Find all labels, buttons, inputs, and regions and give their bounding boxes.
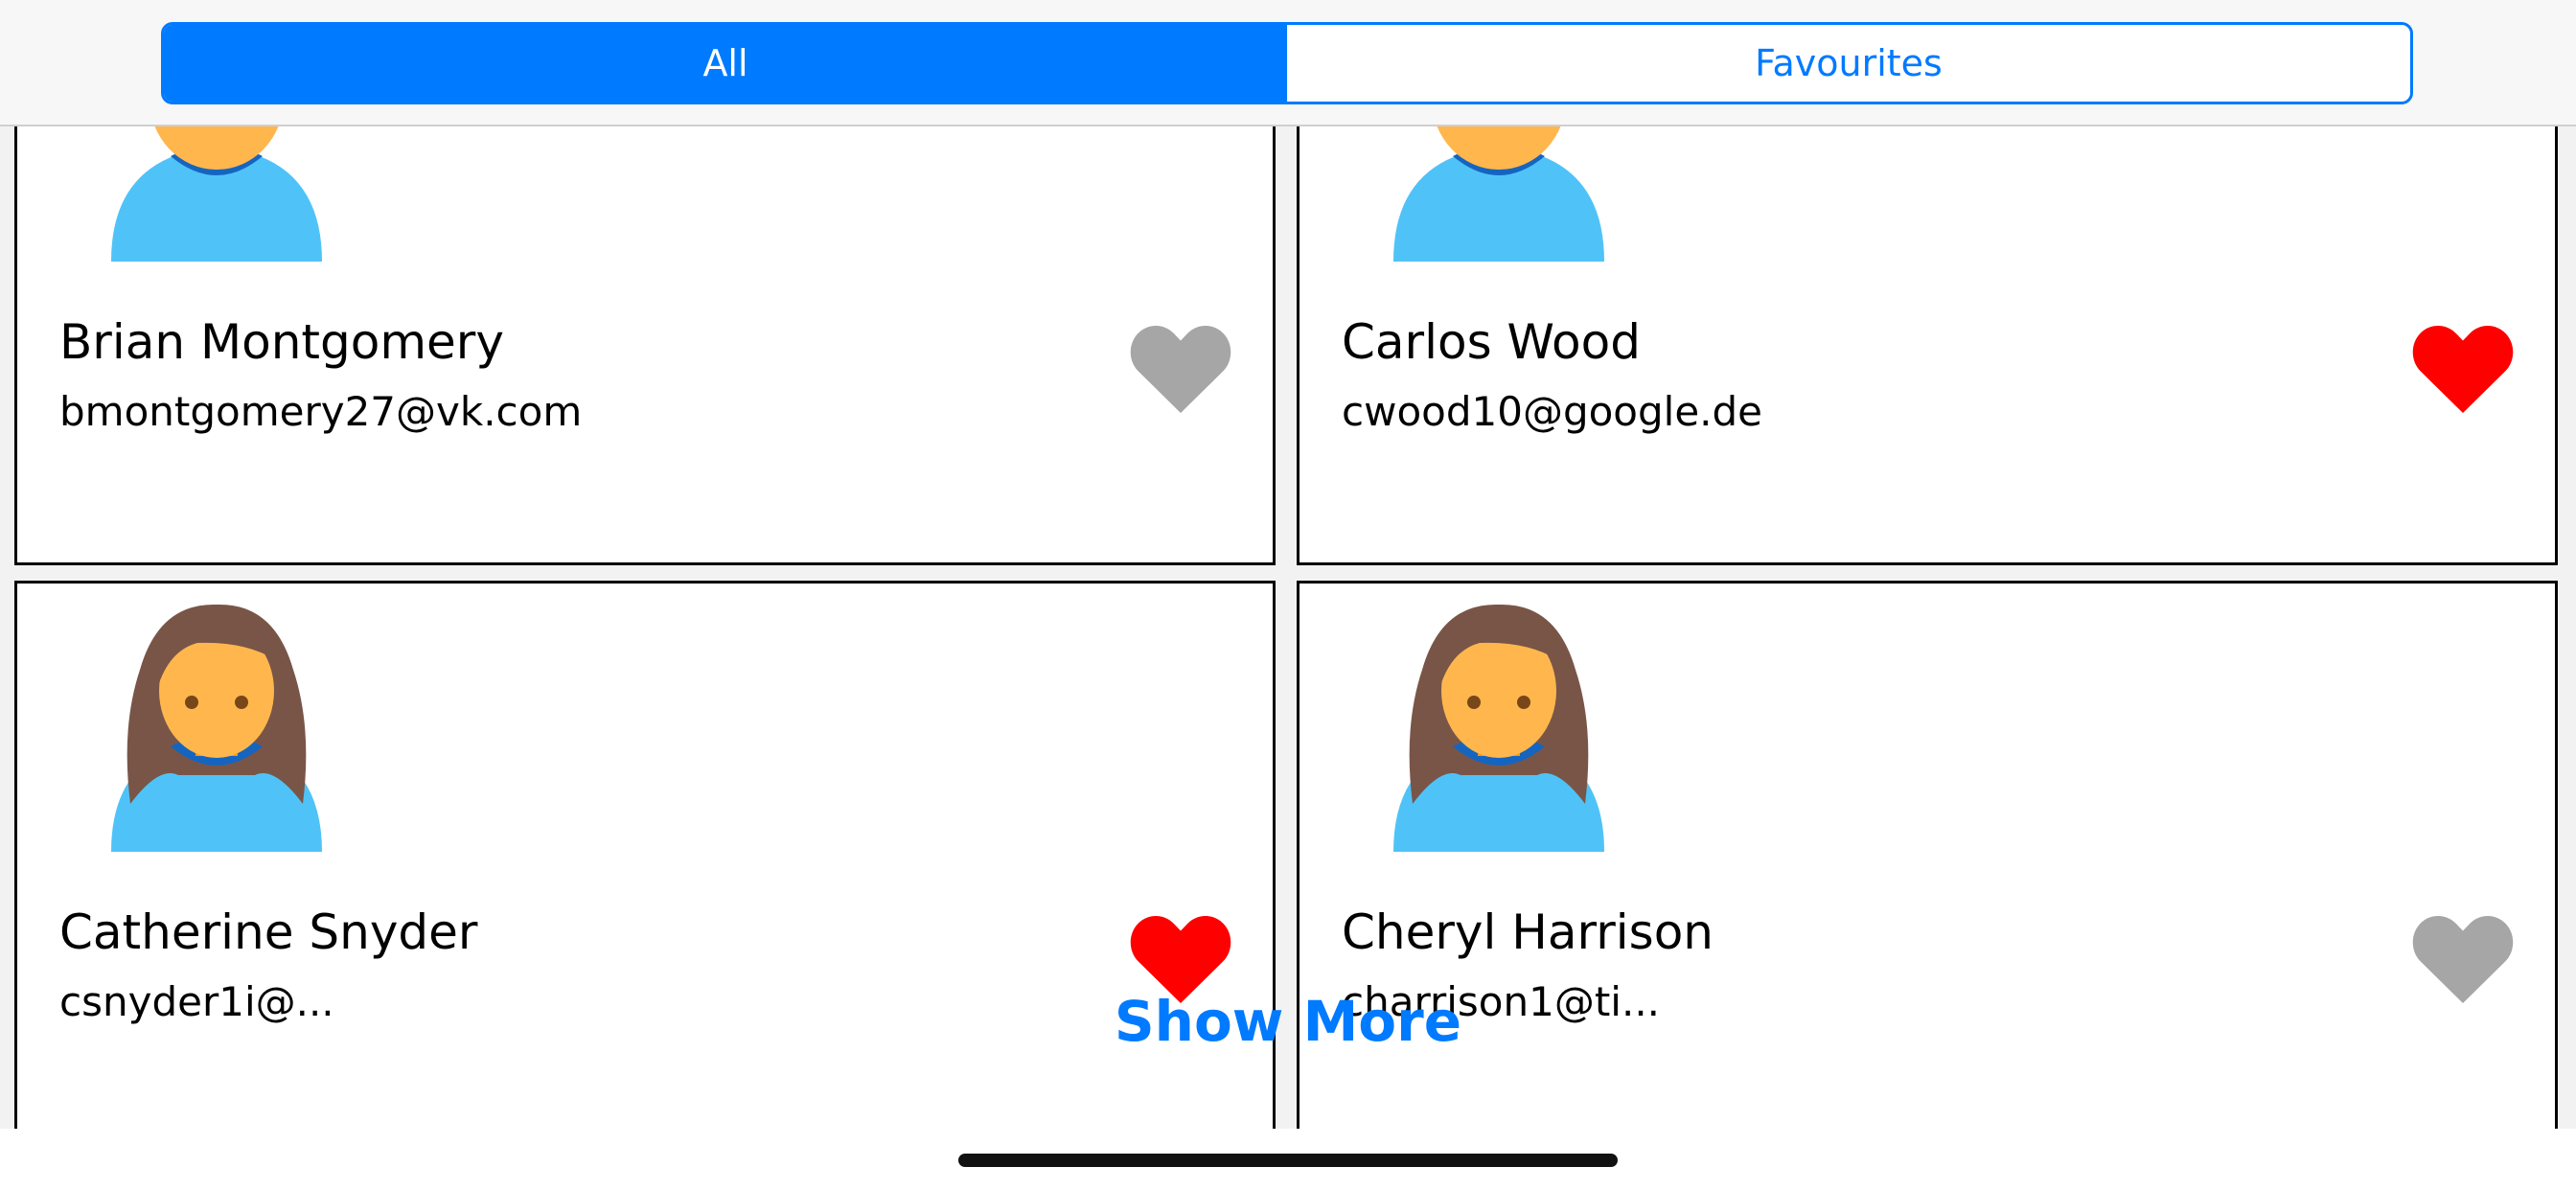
favourite-heart-icon[interactable] bbox=[2409, 317, 2517, 413]
female-avatar-icon bbox=[1393, 604, 1604, 852]
contact-name: Carlos Wood bbox=[1342, 314, 1641, 370]
tab-all[interactable]: All bbox=[164, 25, 1287, 102]
top-bar: All Favourites bbox=[0, 0, 2576, 126]
contact-name: Catherine Snyder bbox=[59, 904, 478, 960]
female-avatar-icon bbox=[111, 604, 322, 852]
favourite-heart-icon[interactable] bbox=[1127, 317, 1234, 413]
app-screen: Brian Montgomery bmontgomery27@vk.com Ca… bbox=[0, 0, 2576, 1190]
contact-name: Cheryl Harrison bbox=[1342, 904, 1714, 960]
filter-segmented-control[interactable]: All Favourites bbox=[161, 22, 2413, 104]
tab-favourites[interactable]: Favourites bbox=[1287, 25, 2410, 102]
contact-list[interactable]: Brian Montgomery bmontgomery27@vk.com Ca… bbox=[0, 0, 2576, 1129]
contact-name: Brian Montgomery bbox=[59, 314, 504, 370]
contact-email: cwood10@google.de bbox=[1342, 388, 1763, 435]
contact-email: bmontgomery27@vk.com bbox=[59, 388, 583, 435]
show-more-button[interactable]: Show More bbox=[0, 989, 2576, 1054]
home-indicator[interactable] bbox=[958, 1154, 1618, 1167]
